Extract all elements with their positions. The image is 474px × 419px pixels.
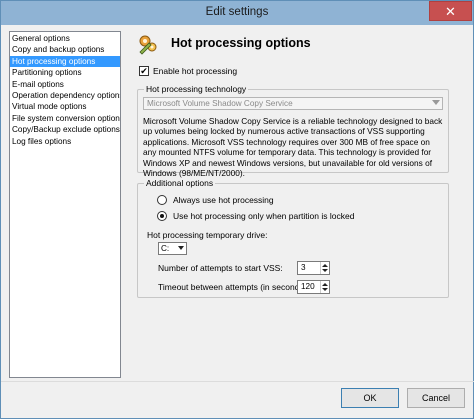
- technology-group-legend: Hot processing technology: [144, 84, 249, 94]
- wrench-cogs-icon: [139, 35, 157, 55]
- spin-down-icon[interactable]: [322, 269, 328, 272]
- radio-locked-label: Use hot processing only when partition i…: [173, 211, 355, 221]
- attempts-value: 3: [301, 263, 306, 272]
- spin-up-icon[interactable]: [322, 264, 328, 267]
- ok-button[interactable]: OK: [341, 388, 399, 408]
- technology-description: Microsoft Volume Shadow Copy Service is …: [143, 116, 443, 179]
- page-title: Hot processing options: [171, 36, 311, 50]
- edit-settings-dialog: Edit settings ✕ General options Copy and…: [0, 0, 474, 419]
- spin-down-icon[interactable]: [322, 288, 328, 291]
- nav-item-copy-backup[interactable]: Copy and backup options: [10, 44, 120, 55]
- spin-up-icon[interactable]: [322, 283, 328, 286]
- chevron-down-icon: [178, 246, 184, 250]
- timeout-spin-buttons[interactable]: [320, 281, 329, 293]
- enable-hot-processing-label: Enable hot processing: [153, 66, 238, 76]
- timeout-stepper[interactable]: 120: [297, 280, 330, 294]
- radio-locked[interactable]: [157, 211, 167, 221]
- additional-options-legend: Additional options: [144, 178, 216, 188]
- timeout-value: 120: [301, 282, 315, 291]
- nav-item-log-files[interactable]: Log files options: [10, 136, 120, 147]
- radio-always-label: Always use hot processing: [173, 195, 274, 205]
- nav-item-general[interactable]: General options: [10, 33, 120, 44]
- options-category-list[interactable]: General options Copy and backup options …: [9, 31, 121, 378]
- attempts-spin-buttons[interactable]: [320, 262, 329, 274]
- attempts-stepper[interactable]: 3: [297, 261, 330, 275]
- technology-select-value: Microsoft Volume Shadow Copy Service: [147, 99, 293, 108]
- nav-item-email[interactable]: E-mail options: [10, 79, 120, 90]
- radio-always-row[interactable]: Always use hot processing: [157, 195, 274, 205]
- technology-select: Microsoft Volume Shadow Copy Service: [143, 97, 443, 110]
- nav-item-operation-dependency[interactable]: Operation dependency options: [10, 90, 120, 101]
- radio-locked-row[interactable]: Use hot processing only when partition i…: [157, 211, 354, 221]
- temp-drive-label: Hot processing temporary drive:: [147, 230, 268, 240]
- enable-hot-processing-row[interactable]: ✔ Enable hot processing: [139, 66, 237, 76]
- nav-item-hot-processing[interactable]: Hot processing options: [10, 55, 120, 68]
- nav-item-fs-conversion[interactable]: File system conversion options: [10, 113, 120, 124]
- title-bar[interactable]: Edit settings ✕: [1, 1, 473, 25]
- window-title: Edit settings: [205, 6, 269, 18]
- nav-item-copy-backup-exclude[interactable]: Copy/Backup exclude options: [10, 124, 120, 135]
- timeout-label: Timeout between attempts (in seconds):: [158, 282, 309, 292]
- cancel-button[interactable]: Cancel: [407, 388, 465, 408]
- nav-item-partitioning[interactable]: Partitioning options: [10, 67, 120, 78]
- enable-hot-processing-checkbox[interactable]: ✔: [139, 66, 149, 76]
- temp-drive-select[interactable]: C:: [158, 242, 187, 255]
- close-button[interactable]: ✕: [429, 1, 472, 21]
- attempts-label: Number of attempts to start VSS:: [158, 263, 283, 273]
- nav-item-virtual-mode[interactable]: Virtual mode options: [10, 101, 120, 112]
- chevron-down-icon: [432, 100, 440, 105]
- footer-divider: [1, 381, 474, 382]
- radio-always[interactable]: [157, 195, 167, 205]
- temp-drive-value: C:: [161, 244, 170, 253]
